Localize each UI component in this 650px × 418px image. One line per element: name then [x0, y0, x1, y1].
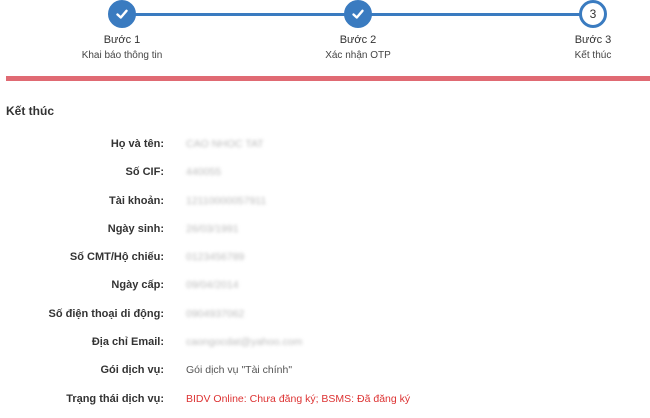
info-row-account: Tài khoản: 12110000057911	[0, 189, 650, 217]
phone-value: 0904937062	[186, 307, 245, 320]
dob-value: 26/03/1991	[186, 222, 239, 235]
issue-date-label: Ngày cấp:	[111, 279, 164, 292]
info-row-id-number: Số CMT/Hộ chiếu: 0123456789	[0, 245, 650, 273]
id-number-value: 0123456789	[186, 251, 245, 264]
info-row-email: Địa chỉ Email: caongocdat@yahoo.com	[0, 330, 650, 358]
step-connector-2-3	[358, 13, 593, 16]
info-row-dob: Ngày sinh: 26/03/1991	[0, 217, 650, 245]
cif-value: 440055	[186, 166, 222, 179]
full-name-value: CAO NHOC TAT	[186, 138, 264, 150]
info-row-full-name: Họ và tên: CAO NHOC TAT	[0, 132, 650, 160]
info-row-package: Gói dịch vụ: Gói dịch vụ "Tài chính"	[0, 358, 650, 386]
info-row-cif: Số CIF: 440055	[0, 160, 650, 188]
info-row-issue-date: Ngày cấp: 09/04/2014	[0, 273, 650, 301]
step-3-title: Bước 3	[574, 34, 612, 46]
account-value: 12110000057911	[186, 194, 267, 207]
step-3-number: 3	[589, 7, 597, 21]
phone-label: Số điện thoại di động:	[48, 307, 164, 320]
step-2-subtitle: Xác nhận OTP	[325, 50, 391, 61]
info-row-phone: Số điện thoại di động: 0904937062	[0, 302, 650, 330]
checkmark-icon	[116, 9, 128, 19]
step-1-subtitle: Khai báo thông tin	[81, 50, 163, 61]
checkmark-icon	[352, 9, 364, 19]
package-value: Gói dịch vụ "Tài chính"	[186, 364, 293, 377]
step-1-title: Bước 1	[103, 34, 141, 46]
email-value: caongocdat@yahoo.com	[186, 336, 303, 349]
step-2-title: Bước 2	[339, 34, 377, 46]
info-row-status: Trạng thái dịch vụ: BIDV Online: Chưa đă…	[0, 387, 650, 415]
account-info-table: Họ và tên: CAO NHOC TAT Số CIF: 440055 T…	[0, 132, 650, 415]
package-label: Gói dịch vụ:	[100, 364, 164, 377]
step-3-circle: 3	[579, 0, 607, 28]
full-name-label: Họ và tên:	[110, 138, 164, 150]
dob-label: Ngày sinh:	[107, 222, 164, 235]
step-1-circle	[108, 0, 136, 28]
account-label: Tài khoản:	[108, 194, 164, 207]
step-3-subtitle: Kết thúc	[574, 50, 612, 61]
status-label: Trạng thái dịch vụ:	[66, 392, 164, 405]
id-number-label: Số CMT/Hộ chiếu:	[69, 251, 164, 264]
status-value: BIDV Online: Chưa đăng ký; BSMS: Đã đăng…	[186, 392, 411, 405]
progress-stepper: 3 Bước 1 Khai báo thông tin Bước 2 Xác n…	[0, 0, 650, 70]
issue-date-value: 09/04/2014	[186, 279, 239, 292]
section-title: Kết thúc	[6, 104, 54, 118]
section-divider	[6, 76, 650, 81]
email-label: Địa chỉ Email:	[91, 336, 164, 349]
step-2-circle	[344, 0, 372, 28]
cif-label: Số CIF:	[125, 166, 165, 179]
step-connector-1-2	[122, 13, 358, 16]
